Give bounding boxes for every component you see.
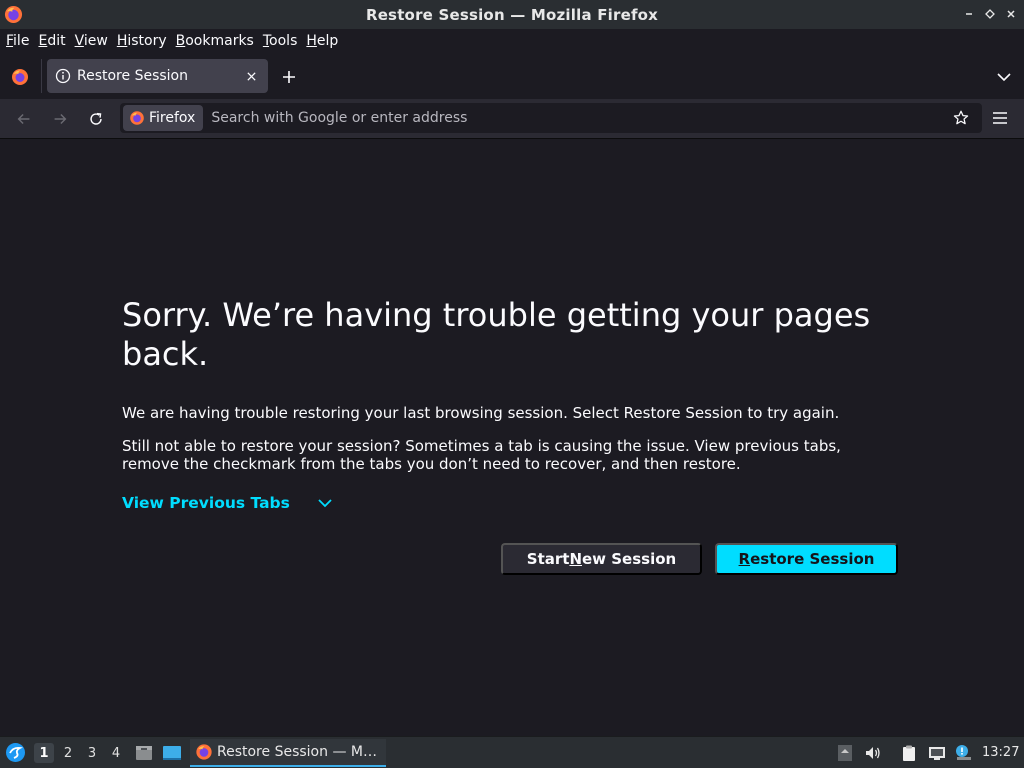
identity-label: Firefox xyxy=(149,110,196,126)
updates-icon[interactable] xyxy=(954,744,972,762)
firefox-icon xyxy=(196,744,212,760)
network-icon[interactable] xyxy=(928,744,946,762)
desktop-4[interactable]: 4 xyxy=(106,743,126,763)
menu-tools[interactable]: Tools xyxy=(263,33,298,49)
tab-label: Restore Session xyxy=(77,68,188,84)
forward-arrow-icon[interactable] xyxy=(50,109,70,129)
chevron-down-icon xyxy=(318,499,332,508)
star-icon[interactable] xyxy=(952,109,970,127)
tab-strip: Restore Session xyxy=(0,53,1024,99)
desktop-3[interactable]: 3 xyxy=(82,743,102,763)
menu-bar: File Edit View History Bookmarks Tools H… xyxy=(0,29,1024,53)
desktop-2[interactable]: 2 xyxy=(58,743,78,763)
start-new-session-button[interactable]: Start New Session xyxy=(501,543,702,575)
reload-icon[interactable] xyxy=(86,109,106,129)
scroll-indicator-icon[interactable] xyxy=(836,744,854,762)
tab-divider xyxy=(41,59,42,93)
clipboard-icon[interactable] xyxy=(900,744,918,762)
firefox-icon[interactable] xyxy=(4,5,23,24)
restore-session-button[interactable]: Restore Session xyxy=(715,543,898,575)
window-title: Restore Session — Mozilla Firefox xyxy=(365,5,659,24)
help-message: Still not able to restore your session? … xyxy=(122,437,841,473)
url-bar[interactable]: Firefox xyxy=(120,103,982,133)
menu-bookmarks[interactable]: Bookmarks xyxy=(176,33,254,49)
view-previous-tabs-toggle[interactable]: View Previous Tabs xyxy=(122,494,334,512)
navigation-toolbar: Firefox xyxy=(0,99,1024,139)
hamburger-icon[interactable] xyxy=(991,110,1009,126)
menu-view[interactable]: View xyxy=(75,33,108,49)
show-desktop-icon[interactable] xyxy=(162,743,182,763)
menu-help[interactable]: Help xyxy=(306,33,338,49)
taskbar-window-firefox[interactable]: Restore Session — M… xyxy=(190,739,386,767)
clock: 13:27 xyxy=(982,745,1020,760)
url-input[interactable] xyxy=(211,110,952,126)
window-titlebar[interactable]: Restore Session — Mozilla Firefox xyxy=(0,0,1024,29)
close-window-icon[interactable] xyxy=(1004,7,1018,21)
identity-box[interactable]: Firefox xyxy=(123,105,204,131)
info-icon xyxy=(55,68,71,84)
taskbar: 1 2 3 4 Restore Session — M… 13:27 xyxy=(0,736,1024,768)
chevron-down-icon[interactable] xyxy=(995,70,1013,84)
close-icon[interactable] xyxy=(243,68,259,84)
volume-icon[interactable] xyxy=(864,744,882,762)
desktop-1[interactable]: 1 xyxy=(34,743,54,763)
app-launcher-icon[interactable] xyxy=(5,742,26,763)
plus-icon[interactable] xyxy=(280,68,298,86)
menu-history[interactable]: History xyxy=(117,33,167,49)
minimize-icon[interactable] xyxy=(962,7,976,21)
menu-edit[interactable]: Edit xyxy=(38,33,65,49)
menu-file[interactable]: File xyxy=(6,33,29,49)
tab-restore-session[interactable]: Restore Session xyxy=(47,59,268,93)
firefox-view-icon[interactable] xyxy=(10,67,30,87)
taskbar-window-label: Restore Session — M… xyxy=(217,744,377,760)
restore-icon[interactable] xyxy=(983,7,997,21)
page-content: Sorry. We’re having trouble getting your… xyxy=(0,140,1024,736)
trouble-message: We are having trouble restoring your las… xyxy=(122,404,840,422)
page-title: Sorry. We’re having trouble getting your… xyxy=(122,296,871,373)
view-previous-tabs-label: View Previous Tabs xyxy=(122,494,290,512)
file-manager-icon[interactable] xyxy=(134,743,154,763)
firefox-icon xyxy=(130,111,144,125)
back-arrow-icon[interactable] xyxy=(14,109,34,129)
